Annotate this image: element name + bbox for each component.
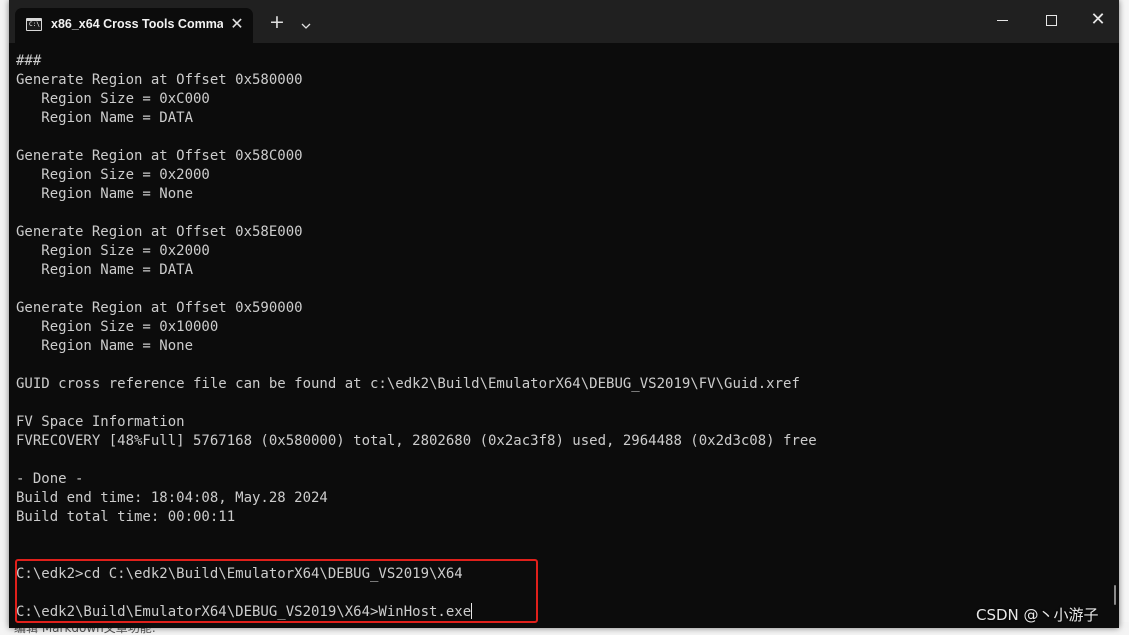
minimize-icon[interactable] bbox=[997, 20, 1008, 21]
console-line: FV Space Information bbox=[16, 414, 185, 430]
new-tab-button[interactable]: + bbox=[269, 12, 285, 32]
console-line: Region Size = 0x10000 bbox=[16, 319, 219, 335]
console-icon: C:\ bbox=[26, 18, 42, 31]
console-line: Region Size = 0xC000 bbox=[16, 91, 210, 107]
chevron-down-icon[interactable] bbox=[301, 16, 311, 29]
watermark: CSDN @丶小游子 bbox=[976, 606, 1099, 624]
tab-close-icon[interactable]: ✕ bbox=[229, 15, 245, 33]
console-output[interactable]: ### Generate Region at Offset 0x580000 Re… bbox=[16, 52, 1106, 622]
highlight-annotation-box bbox=[15, 559, 538, 623]
console-line: Generate Region at Offset 0x58E000 bbox=[16, 224, 303, 240]
scrollbar[interactable] bbox=[1106, 43, 1119, 628]
scrollbar-thumb[interactable] bbox=[1114, 585, 1116, 605]
tab-cross-tools-command[interactable]: C:\ x86_x64 Cross Tools Comman ✕ bbox=[15, 8, 253, 43]
console-line: FVRECOVERY [48%Full] 5767168 (0x580000) … bbox=[16, 433, 817, 449]
tab-title: x86_x64 Cross Tools Comman bbox=[51, 17, 223, 31]
maximize-icon[interactable] bbox=[1046, 15, 1057, 26]
console-line: Generate Region at Offset 0x580000 bbox=[16, 72, 303, 88]
background-document-right bbox=[1118, 0, 1129, 635]
console-line: - Done - bbox=[16, 471, 84, 487]
console-line: Generate Region at Offset 0x58C000 bbox=[16, 148, 303, 164]
console-line: Region Name = None bbox=[16, 186, 194, 202]
console-line: Region Name = DATA bbox=[16, 262, 194, 278]
console-line: Generate Region at Offset 0x590000 bbox=[16, 300, 303, 316]
console-line: GUID cross reference file can be found a… bbox=[16, 376, 800, 392]
console-line: Region Size = 0x2000 bbox=[16, 167, 210, 183]
title-bar[interactable]: C:\ x86_x64 Cross Tools Comman ✕ + ✕ bbox=[9, 0, 1119, 43]
console-line: Build total time: 00:00:11 bbox=[16, 509, 236, 525]
console-line: ### bbox=[16, 53, 42, 69]
terminal-window: C:\ x86_x64 Cross Tools Comman ✕ + ✕ ###… bbox=[9, 0, 1119, 628]
console-line: Build end time: 18:04:08, May.28 2024 bbox=[16, 490, 328, 506]
close-icon[interactable]: ✕ bbox=[1089, 10, 1107, 30]
console-line: Region Size = 0x2000 bbox=[16, 243, 210, 259]
console-line: Region Name = DATA bbox=[16, 110, 194, 126]
console-line: Region Name = None bbox=[16, 338, 194, 354]
